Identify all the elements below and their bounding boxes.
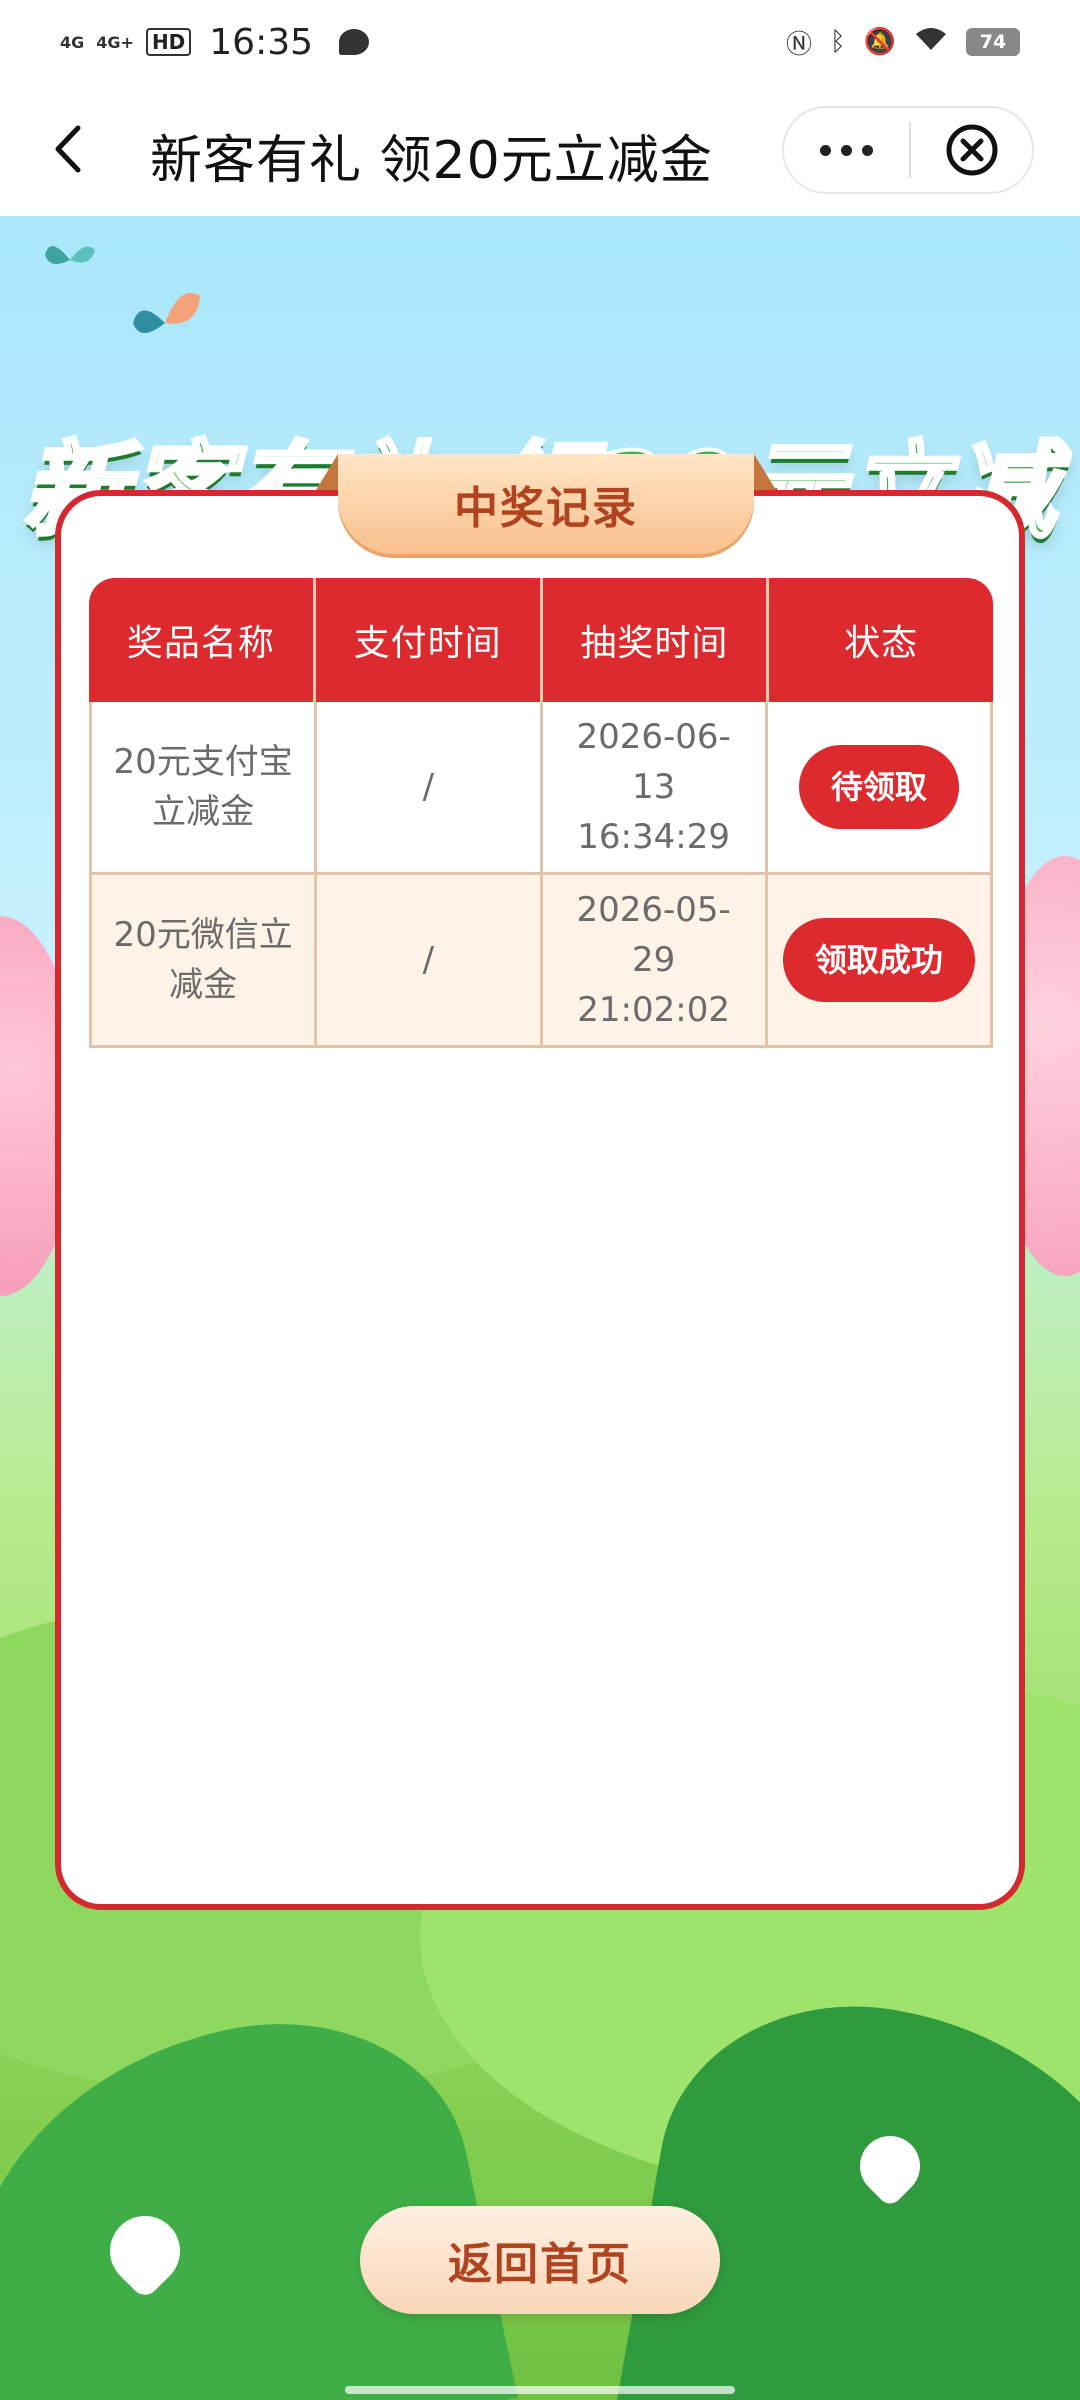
back-button[interactable] <box>40 114 100 184</box>
status-bar: 4G 4G+ HD 16:35 Ⓝ ᛒ 🔕 74 <box>0 0 1080 84</box>
prize-name: 20元支付宝立减金 <box>92 702 318 872</box>
draw-time: 2026-06-13 16:34:29 <box>543 702 768 872</box>
dot-icon <box>841 144 852 156</box>
status-time: 16:35 <box>209 21 314 63</box>
status-cell: 待领取 <box>768 702 990 872</box>
prize-table: 奖品名称 支付时间 抽奖时间 状态 20元支付宝立减金 / 2026-06-13… <box>89 578 993 1048</box>
dot-icon <box>820 144 831 156</box>
status-right: Ⓝ ᛒ 🔕 74 <box>786 24 1020 61</box>
more-button[interactable] <box>784 108 909 192</box>
dot-icon <box>862 144 873 156</box>
signal-icon-2: 4G+ <box>96 33 134 52</box>
table-row: 20元支付宝立减金 / 2026-06-13 16:34:29 待领取 <box>89 702 993 875</box>
page-title: 新客有礼 领20元立减金 <box>150 131 713 191</box>
message-icon <box>339 29 370 55</box>
wifi-icon <box>914 26 948 59</box>
card-tab: 中奖记录 <box>316 454 776 554</box>
home-indicator[interactable] <box>345 2386 735 2394</box>
pay-time: / <box>317 702 543 872</box>
mini-program-capsule <box>782 106 1034 194</box>
table-header: 奖品名称 支付时间 抽奖时间 状态 <box>89 578 993 702</box>
butterfly-icon <box>45 246 95 264</box>
mute-icon: 🔕 <box>863 27 896 57</box>
draw-time: 2026-05-29 21:02:02 <box>543 875 768 1045</box>
column-header-status: 状态 <box>844 623 919 664</box>
column-header-draw-time: 抽奖时间 <box>543 578 770 702</box>
prize-name: 20元微信立减金 <box>92 875 318 1045</box>
return-home-label: 返回首页 <box>448 2239 632 2290</box>
return-home-button[interactable]: 返回首页 <box>360 2206 720 2314</box>
bluetooth-icon: ᛒ <box>830 27 846 57</box>
chevron-left-icon <box>55 125 81 173</box>
status-cell: 领取成功 <box>768 875 990 1045</box>
claimed-status-button[interactable]: 领取成功 <box>782 918 975 1002</box>
column-header-pay-time: 支付时间 <box>316 578 543 702</box>
butterfly-icon <box>133 292 200 333</box>
close-button[interactable] <box>911 123 1032 177</box>
table-row: 20元微信立减金 / 2026-05-29 21:02:02 领取成功 <box>89 875 993 1048</box>
nav-bar: 新客有礼 领20元立减金 <box>0 84 1080 216</box>
battery-icon: 74 <box>966 28 1020 56</box>
card-tab-label: 中奖记录 <box>454 483 638 534</box>
pay-time: / <box>317 875 543 1045</box>
status-left: 4G 4G+ HD 16:35 <box>60 21 370 63</box>
hd-badge: HD <box>145 28 192 56</box>
page: 4G 4G+ HD 16:35 Ⓝ ᛒ 🔕 74 新客有礼 领20元立减金 中奖… <box>0 0 1080 2400</box>
nfc-icon: Ⓝ <box>786 29 813 60</box>
claim-button[interactable]: 待领取 <box>798 745 959 829</box>
column-header-prize: 奖品名称 <box>89 578 316 702</box>
close-circle-icon <box>946 124 997 176</box>
signal-icon-1: 4G <box>60 33 85 52</box>
prize-record-card: 中奖记录 奖品名称 支付时间 抽奖时间 状态 20元支付宝立减金 / 2026-… <box>55 454 1025 1910</box>
